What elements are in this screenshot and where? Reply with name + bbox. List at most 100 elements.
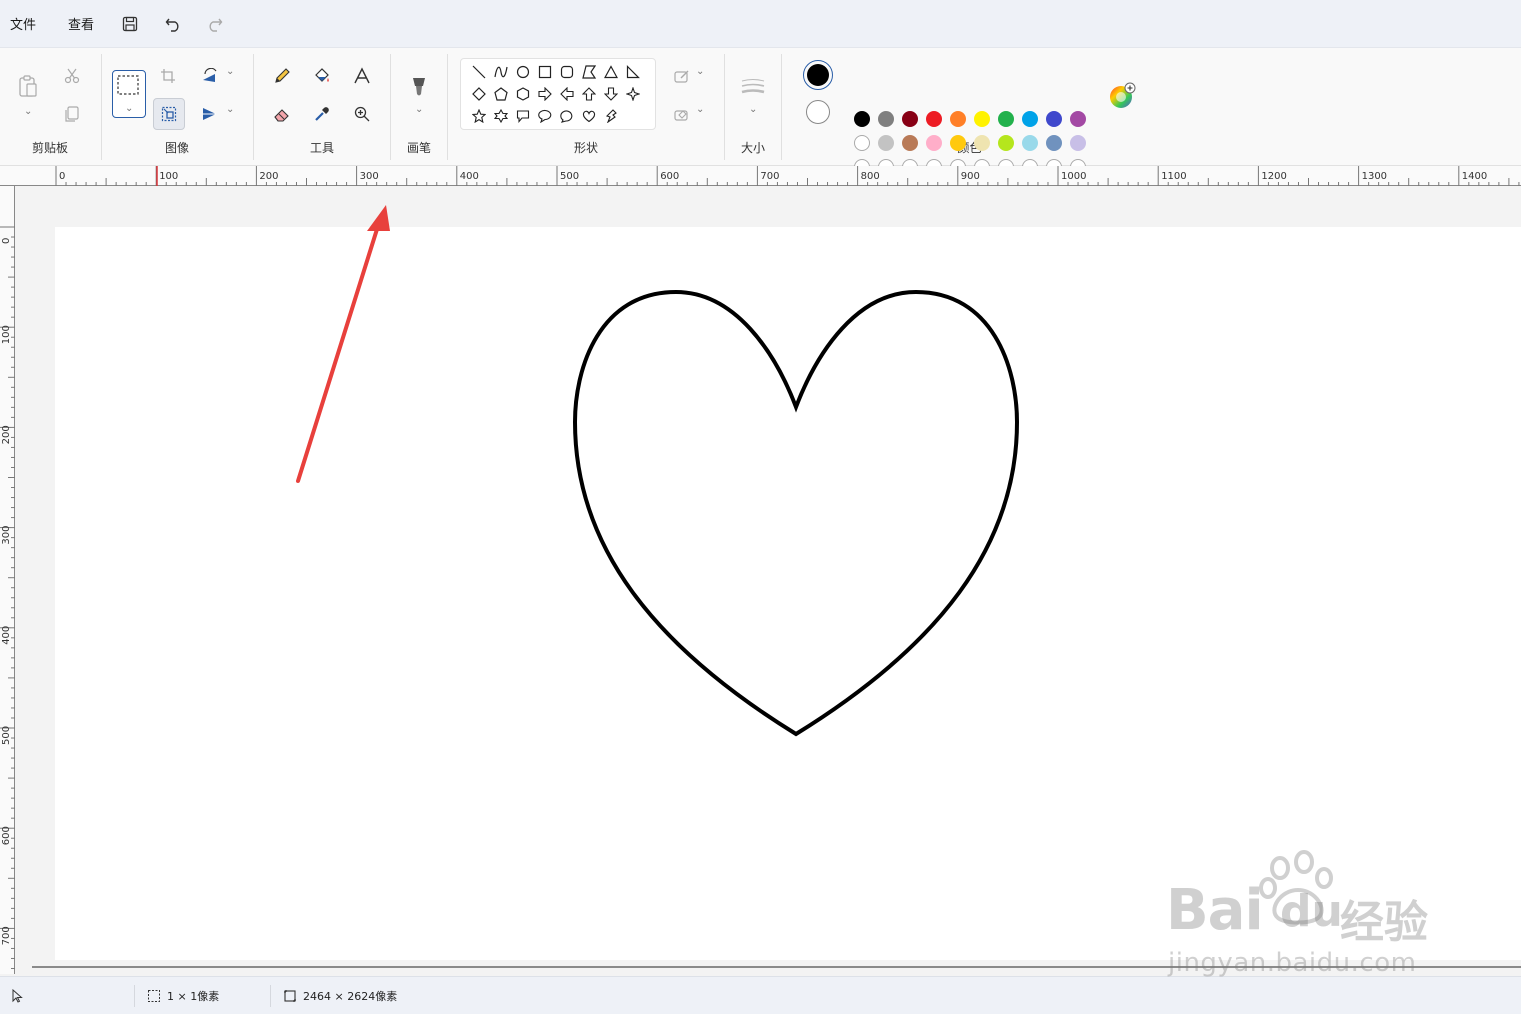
undo-button[interactable] — [156, 8, 192, 40]
shape-lightning[interactable] — [600, 105, 622, 127]
shape-triangle[interactable] — [600, 61, 622, 83]
triangle-shape-icon — [604, 65, 618, 79]
rotate-chevron-icon[interactable]: ⌄ — [226, 66, 234, 77]
shape-oval[interactable] — [512, 61, 534, 83]
color-swatch[interactable] — [854, 135, 870, 151]
rectangular-callout-shape-icon — [516, 110, 530, 123]
brush-chevron-icon[interactable]: ⌄ — [415, 104, 423, 115]
rounded-rectangle-shape-icon — [560, 65, 574, 79]
ruler-label: 1100 — [1161, 171, 1186, 182]
shape-polygon[interactable] — [578, 61, 600, 83]
secondary-color-button[interactable] — [806, 100, 830, 124]
horizontal-ruler: 0 100 200 300 400 500 600 700 800 900 1000 1100 1200… — [0, 166, 1521, 186]
polygon-shape-icon — [582, 65, 596, 79]
eraser-button[interactable] — [266, 98, 298, 130]
shape-rectangle[interactable] — [534, 61, 556, 83]
outline-button[interactable] — [666, 60, 698, 92]
shape-right-triangle[interactable] — [622, 61, 644, 83]
shape-down-arrow[interactable] — [600, 83, 622, 105]
rotate-button[interactable] — [194, 60, 226, 92]
line-shape-icon — [472, 65, 486, 79]
resize-button[interactable] — [153, 98, 185, 130]
magnifier-button[interactable] — [346, 98, 378, 130]
ruler-label: 200 — [1, 425, 12, 444]
canvas-size-icon — [284, 990, 296, 1002]
color-swatch[interactable] — [998, 111, 1014, 127]
color-swatch[interactable] — [998, 135, 1014, 151]
shape-heart[interactable] — [578, 105, 600, 127]
shape-five-point-star[interactable] — [468, 105, 490, 127]
primary-color-swatch — [807, 64, 829, 86]
shape-rounded-rectangle[interactable] — [556, 61, 578, 83]
select-button[interactable]: ⌄ — [112, 70, 146, 118]
shape-fill-button[interactable] — [666, 98, 698, 130]
brush-button[interactable] — [403, 72, 435, 104]
menu-view[interactable]: 查看 — [58, 0, 104, 48]
ruler-label: 400 — [1, 626, 12, 645]
color-swatch[interactable] — [1022, 111, 1038, 127]
shape-pentagon[interactable] — [490, 83, 512, 105]
color-swatch[interactable] — [902, 135, 918, 151]
crop-button[interactable] — [152, 60, 184, 92]
save-icon — [122, 16, 138, 31]
copy-button[interactable] — [56, 98, 88, 130]
size-button[interactable] — [737, 72, 769, 104]
rotate-icon — [203, 68, 217, 82]
color-swatch[interactable] — [902, 111, 918, 127]
clipboard-group: ⌄ 剪贴板 — [0, 48, 100, 166]
pencil-button[interactable] — [266, 60, 298, 92]
redo-button[interactable] — [196, 8, 232, 40]
paste-button[interactable] — [12, 70, 44, 102]
select-chevron-icon[interactable]: ⌄ — [125, 103, 133, 114]
shapes-group-label: 形状 — [573, 141, 598, 155]
shape-line[interactable] — [468, 61, 490, 83]
primary-color-button[interactable] — [803, 60, 833, 90]
colors-group-label: 颜色 — [957, 141, 982, 155]
color-swatch[interactable] — [950, 111, 966, 127]
outline-chevron-icon[interactable]: ⌄ — [696, 66, 704, 77]
color-swatch[interactable] — [1046, 135, 1062, 151]
text-button[interactable] — [346, 60, 378, 92]
menu-file[interactable]: 文件 — [0, 0, 46, 48]
color-swatch[interactable] — [926, 111, 942, 127]
color-swatch[interactable] — [1070, 135, 1086, 151]
color-swatch[interactable] — [1070, 111, 1086, 127]
shape-four-point-star[interactable] — [622, 83, 644, 105]
shape-curve[interactable] — [490, 61, 512, 83]
color-swatch[interactable] — [1046, 111, 1062, 127]
color-swatch[interactable] — [878, 111, 894, 127]
color-swatch[interactable] — [926, 135, 942, 151]
color-swatch[interactable] — [974, 135, 990, 151]
paint-bucket-icon — [315, 68, 329, 82]
color-swatch[interactable] — [950, 135, 966, 151]
fill-button[interactable] — [306, 60, 338, 92]
size-chevron-icon[interactable]: ⌄ — [749, 104, 757, 115]
color-picker-button[interactable] — [306, 98, 338, 130]
shape-diamond[interactable] — [468, 83, 490, 105]
save-button[interactable] — [112, 8, 148, 40]
color-swatch[interactable] — [854, 111, 870, 127]
ruler-label: 1400 — [1462, 171, 1487, 182]
shape-fill-chevron-icon[interactable]: ⌄ — [696, 104, 704, 115]
edit-colors-button[interactable] — [1108, 82, 1136, 110]
five-point-star-shape-icon — [472, 109, 486, 123]
lightning-shape-icon — [605, 109, 617, 123]
heart-shape-icon — [582, 110, 596, 123]
color-swatch[interactable] — [1022, 135, 1038, 151]
flip-button[interactable] — [194, 98, 226, 130]
shape-right-arrow[interactable] — [534, 83, 556, 105]
flip-chevron-icon[interactable]: ⌄ — [226, 104, 234, 115]
shape-left-arrow[interactable] — [556, 83, 578, 105]
shape-hexagon[interactable] — [512, 83, 534, 105]
shape-oval-callout[interactable] — [534, 105, 556, 127]
cut-button[interactable] — [56, 60, 88, 92]
shape-cloud-callout[interactable] — [556, 105, 578, 127]
shape-six-point-star[interactable] — [490, 105, 512, 127]
color-swatch[interactable] — [974, 111, 990, 127]
shape-up-arrow[interactable] — [578, 83, 600, 105]
shape-rect-callout[interactable] — [512, 105, 534, 127]
ruler-label: 800 — [861, 171, 880, 182]
paste-chevron-icon[interactable]: ⌄ — [24, 106, 32, 117]
color-swatch[interactable] — [878, 135, 894, 151]
oval-callout-shape-icon — [538, 109, 552, 123]
